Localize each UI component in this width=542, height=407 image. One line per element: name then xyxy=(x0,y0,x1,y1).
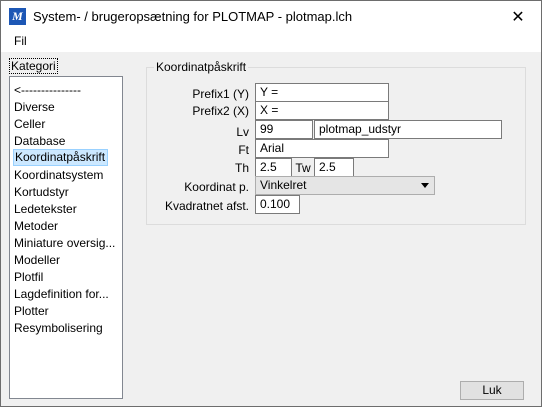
prefix2-field[interactable]: X = xyxy=(255,101,389,120)
category-item-metoder[interactable]: Metoder xyxy=(13,218,60,235)
koordinat-dropdown[interactable]: Vinkelret xyxy=(255,176,435,195)
koordinat-label: Koordinat p. xyxy=(184,180,249,194)
category-list[interactable]: <--------------- Diverse Celler Database… xyxy=(9,76,123,399)
menu-file[interactable]: Fil xyxy=(14,34,27,48)
category-item-resymbolisering[interactable]: Resymbolisering xyxy=(13,320,105,337)
category-item-koordinatsystem[interactable]: Koordinatsystem xyxy=(13,167,105,184)
kvadratnet-label: Kvadratnet afst. xyxy=(164,199,249,213)
ft-field[interactable]: Arial xyxy=(255,139,389,158)
category-item-ledetekster[interactable]: Ledetekster xyxy=(13,201,79,218)
category-item-modeller[interactable]: Modeller xyxy=(13,252,62,269)
th-label: Th xyxy=(234,161,249,175)
lv-name-field[interactable]: plotmap_udstyr xyxy=(314,120,502,139)
category-item-database[interactable]: Database xyxy=(13,133,67,150)
dialog-window: M System- / brugeropsætning for PLOTMAP … xyxy=(0,0,542,407)
tw-label: Tw xyxy=(295,161,311,175)
category-item-diverse[interactable]: Diverse xyxy=(13,99,57,116)
th-field[interactable]: 2.5 xyxy=(255,158,292,177)
prefix1-field[interactable]: Y = xyxy=(255,83,389,102)
group-title: Koordinatpåskrift xyxy=(154,60,249,74)
title-bar: M System- / brugeropsætning for PLOTMAP … xyxy=(1,1,541,32)
category-item-celler[interactable]: Celler xyxy=(13,116,47,133)
category-item-miniature[interactable]: Miniature oversig... xyxy=(13,235,117,252)
category-item-plotfil[interactable]: Plotfil xyxy=(13,269,45,286)
ft-label: Ft xyxy=(238,143,249,157)
close-icon[interactable]: ✕ xyxy=(495,1,541,32)
category-item-lagdefinition[interactable]: Lagdefinition for... xyxy=(13,286,111,303)
close-button[interactable]: Luk xyxy=(460,381,524,400)
category-item-koordinatpaaskrift[interactable]: Koordinatpåskrift xyxy=(13,149,109,166)
category-item-back[interactable]: <--------------- xyxy=(13,82,83,99)
prefix1-label: Prefix1 (Y) xyxy=(192,87,249,101)
koordinat-selected-value: Vinkelret xyxy=(260,178,307,192)
app-icon: M xyxy=(9,8,26,25)
kvadratnet-field[interactable]: 0.100 xyxy=(255,195,300,214)
lv-label: Lv xyxy=(236,125,249,139)
menu-bar: Fil xyxy=(1,32,541,52)
prefix2-label: Prefix2 (X) xyxy=(192,104,249,118)
chevron-down-icon xyxy=(421,183,429,188)
window-title: System- / brugeropsætning for PLOTMAP - … xyxy=(33,9,353,24)
category-item-kortudstyr[interactable]: Kortudstyr xyxy=(13,184,71,201)
tw-field[interactable]: 2.5 xyxy=(314,158,354,177)
category-label: Kategori xyxy=(9,58,58,74)
category-item-plotter[interactable]: Plotter xyxy=(13,303,51,320)
lv-field[interactable]: 99 xyxy=(255,120,313,139)
